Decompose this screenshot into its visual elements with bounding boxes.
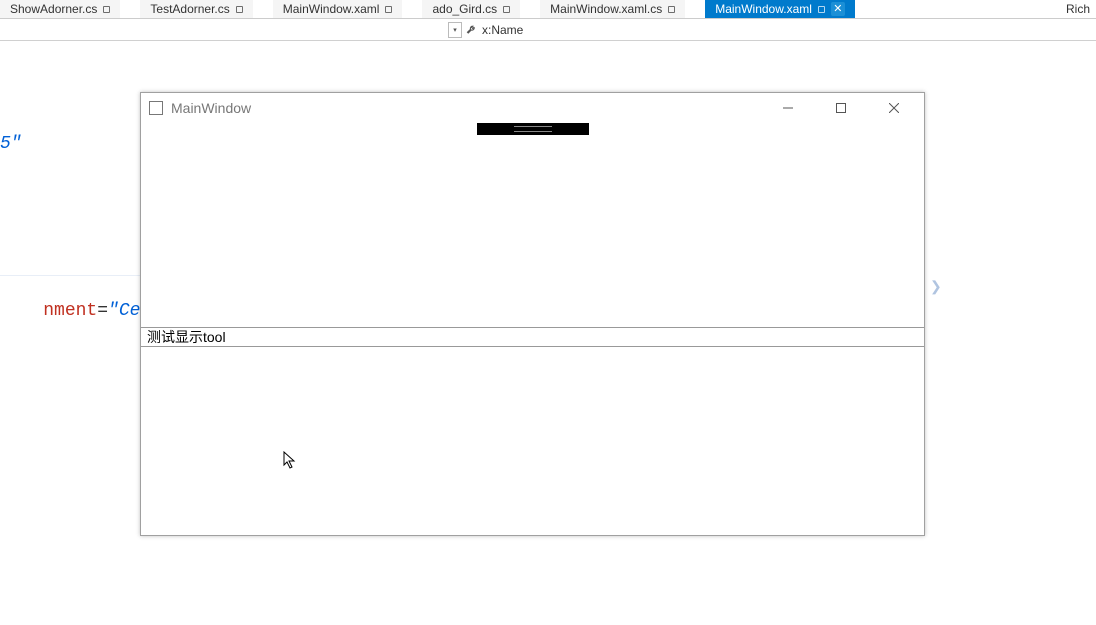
dropdown-icon[interactable]: ▾ bbox=[448, 22, 462, 38]
tab-ado-gird[interactable]: ado_Gird.cs bbox=[422, 0, 520, 18]
close-icon[interactable]: ✕ bbox=[831, 2, 845, 16]
tab-overflow[interactable]: Rich bbox=[1060, 0, 1096, 18]
pin-icon[interactable] bbox=[818, 6, 825, 13]
pin-icon[interactable] bbox=[385, 6, 392, 13]
window-top-pane bbox=[141, 135, 924, 327]
marker-icon: ❯ bbox=[930, 278, 942, 295]
tab-label: TestAdorner.cs bbox=[150, 2, 229, 16]
pin-icon[interactable] bbox=[503, 6, 510, 13]
maximize-button[interactable] bbox=[818, 94, 863, 122]
tab-label: Rich bbox=[1066, 2, 1090, 16]
window-icon bbox=[149, 101, 163, 115]
pin-icon[interactable] bbox=[668, 6, 675, 13]
tab-label: ado_Gird.cs bbox=[432, 2, 497, 16]
tab-label: MainWindow.xaml bbox=[715, 2, 812, 16]
window-body bbox=[141, 123, 924, 535]
tab-mainwindow-xaml-active[interactable]: MainWindow.xaml ✕ bbox=[705, 0, 855, 18]
wrench-icon bbox=[466, 24, 478, 36]
minimize-button[interactable] bbox=[765, 94, 810, 122]
tab-showadorner[interactable]: ShowAdorner.cs bbox=[0, 0, 120, 18]
tab-label: ShowAdorner.cs bbox=[10, 2, 97, 16]
tab-testadorner[interactable]: TestAdorner.cs bbox=[140, 0, 252, 18]
test-textbox[interactable] bbox=[141, 328, 924, 346]
tab-label: MainWindow.xaml bbox=[283, 2, 380, 16]
drag-handle-icon[interactable] bbox=[477, 123, 589, 135]
tab-mainwindow-xaml-cs[interactable]: MainWindow.xaml.cs bbox=[540, 0, 685, 18]
editor-tab-strip: ShowAdorner.cs TestAdorner.cs MainWindow… bbox=[0, 0, 1096, 19]
wpf-preview-window: MainWindow bbox=[140, 92, 925, 536]
subbar-text: x:Name bbox=[482, 23, 523, 37]
pin-icon[interactable] bbox=[236, 6, 243, 13]
window-titlebar[interactable]: MainWindow bbox=[141, 93, 924, 123]
editor-subbar: ▾ x:Name bbox=[0, 19, 1096, 41]
close-button[interactable] bbox=[871, 94, 916, 122]
tab-label: MainWindow.xaml.cs bbox=[550, 2, 662, 16]
tab-mainwindow-xaml[interactable]: MainWindow.xaml bbox=[273, 0, 403, 18]
ruler-line bbox=[0, 275, 140, 276]
textbox-row bbox=[141, 327, 924, 347]
code-fragment: 5" bbox=[0, 134, 22, 154]
pin-icon[interactable] bbox=[103, 6, 110, 13]
window-title: MainWindow bbox=[171, 100, 251, 116]
